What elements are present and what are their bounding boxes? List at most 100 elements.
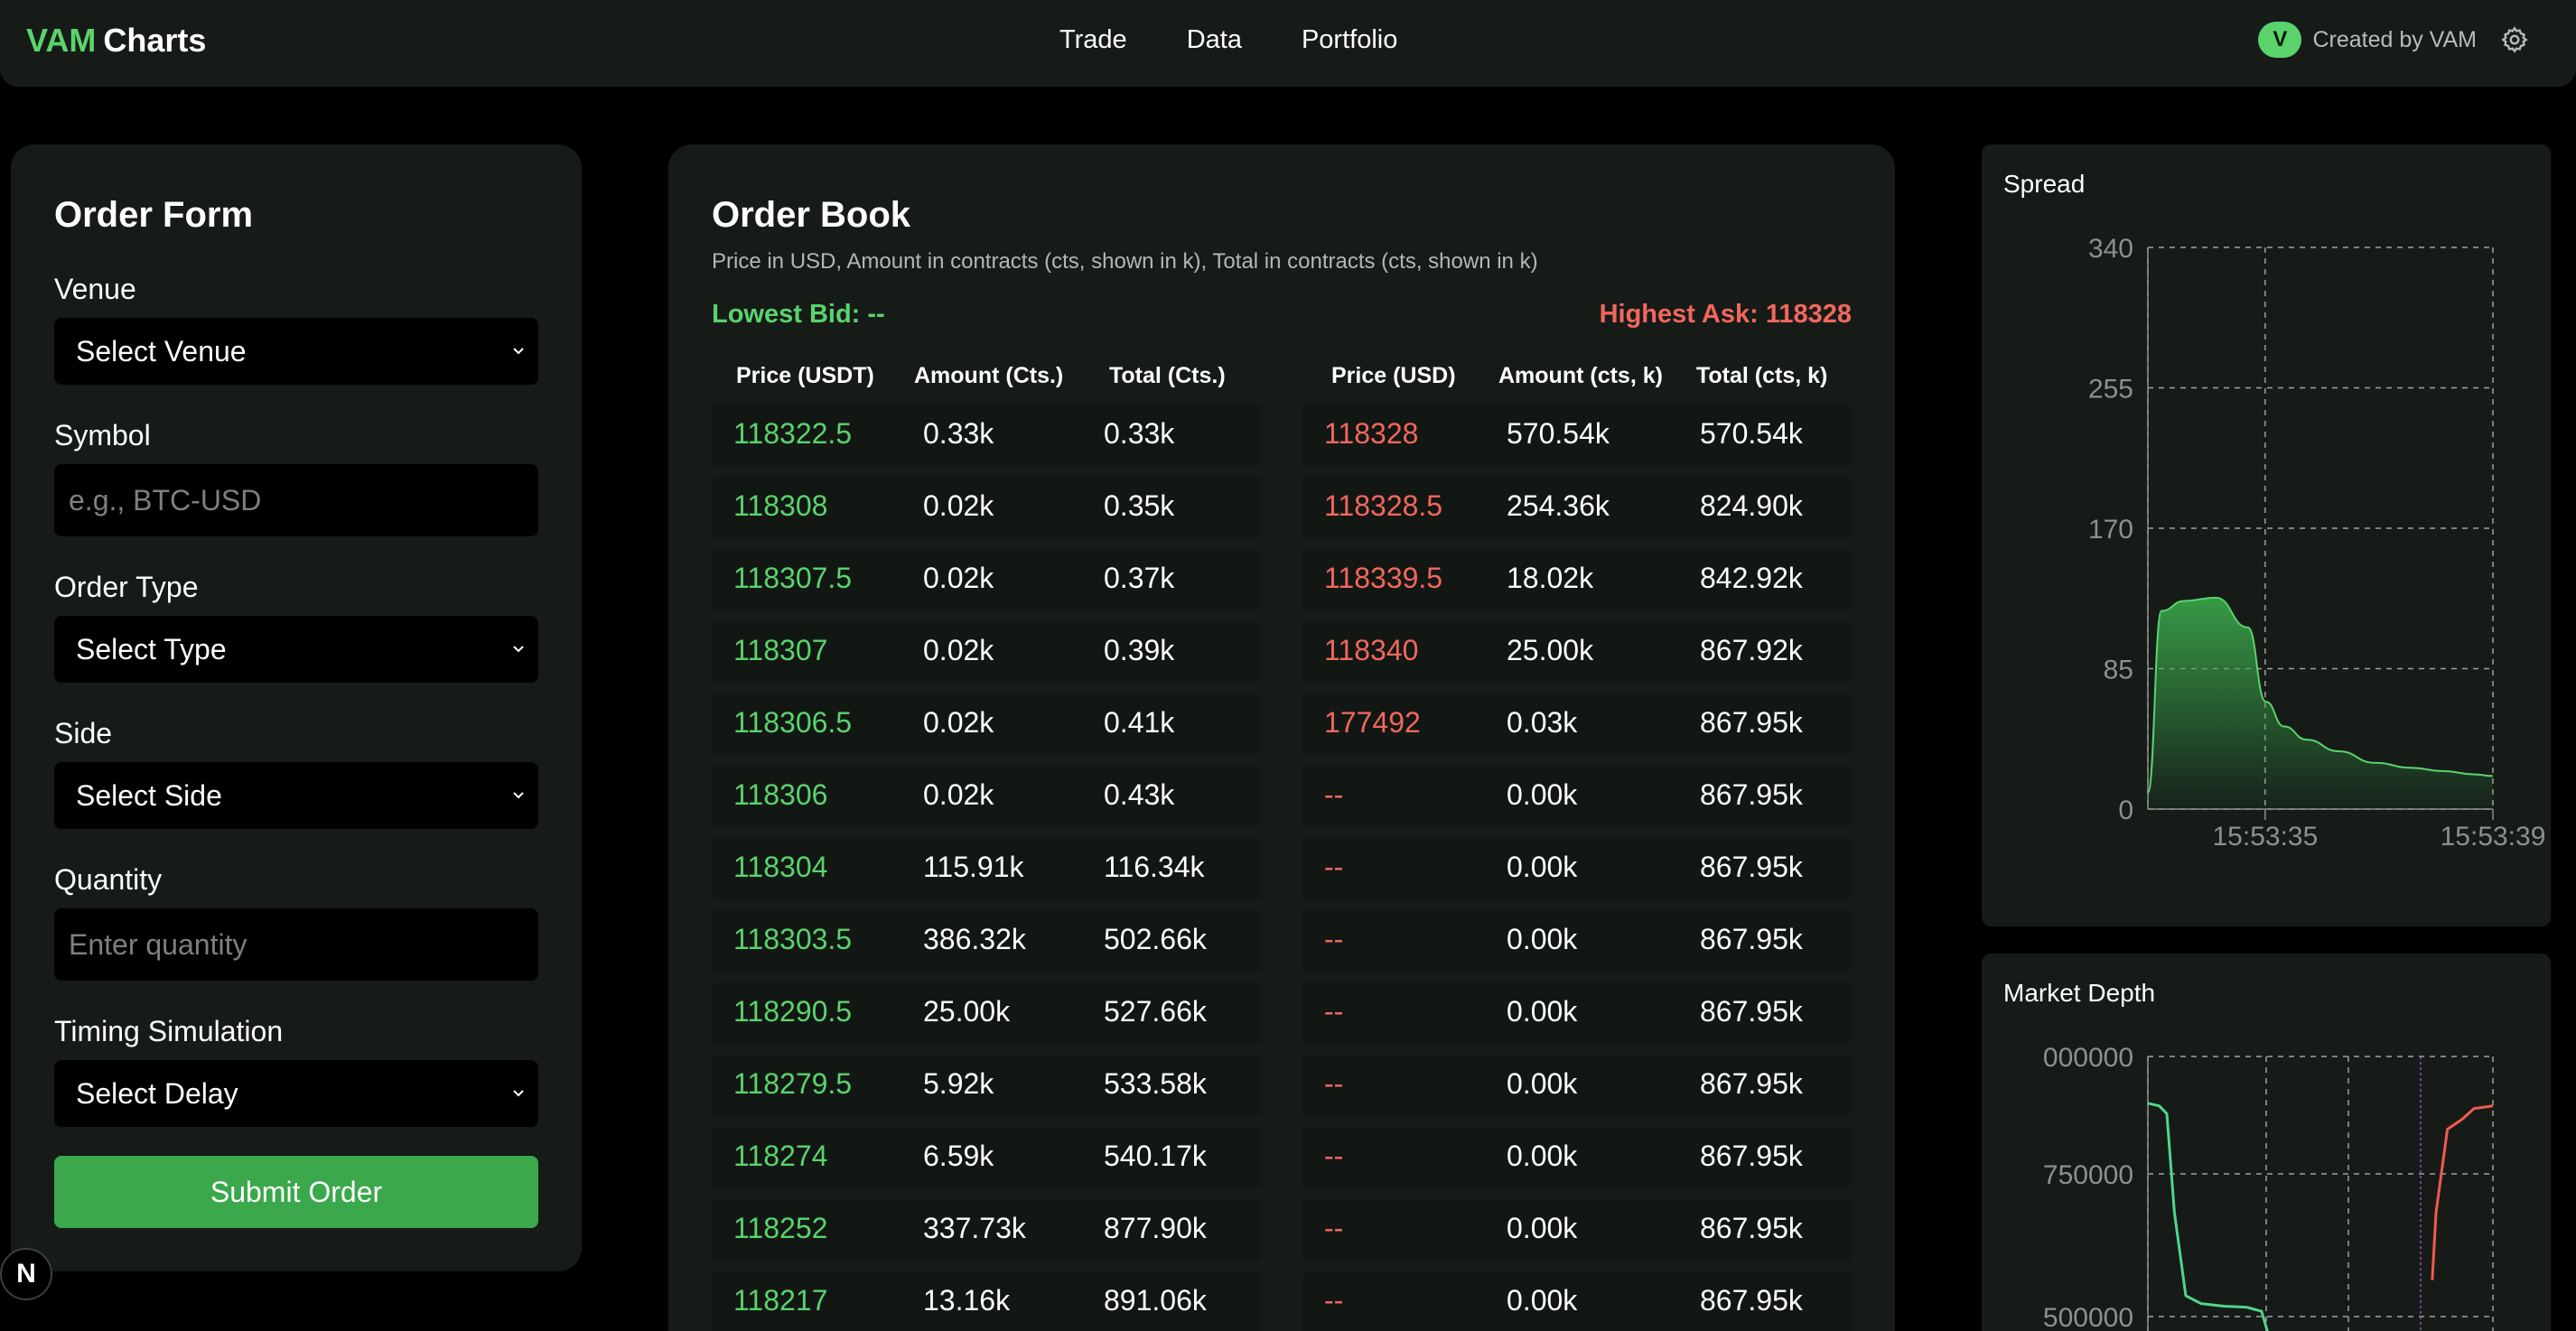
venue-select-value: Select Venue	[76, 334, 247, 368]
avatar[interactable]: V	[2258, 22, 2302, 58]
ask-amount: 0.00k	[1507, 778, 1578, 811]
ask-row[interactable]: 118328.5 254.36k 824.90k	[1302, 477, 1852, 538]
bid-price: 118306.5	[733, 706, 853, 739]
ask-row[interactable]: -- 0.00k 867.95k	[1302, 1199, 1852, 1261]
ask-price: --	[1324, 995, 1344, 1028]
ask-total: 867.92k	[1700, 634, 1803, 666]
spread-xtick-label: 15:53:39	[2441, 822, 2546, 852]
bid-amount: 0.02k	[923, 562, 994, 594]
order-book-title: Order Book	[712, 195, 911, 235]
bid-header-amount: Amount (Cts.)	[914, 363, 1064, 388]
bid-row[interactable]: 118322.5 0.33k 0.33k	[712, 405, 1261, 466]
ask-row[interactable]: -- 0.00k 867.95k	[1302, 910, 1852, 972]
ask-price: --	[1324, 851, 1344, 883]
submit-order-button[interactable]: Submit Order	[54, 1156, 538, 1228]
side-select[interactable]: Select Side	[54, 762, 538, 829]
bid-price: 118290.5	[733, 995, 853, 1028]
bid-row[interactable]: 118306.5 0.02k 0.41k	[712, 693, 1261, 755]
timing-select[interactable]: Select Delay	[54, 1060, 538, 1127]
order-form-title: Order Form	[54, 195, 254, 235]
timing-label: Timing Simulation	[54, 1015, 284, 1047]
bid-row[interactable]: 118252 337.73k 877.90k	[712, 1199, 1261, 1261]
ask-amount: 0.00k	[1507, 1067, 1578, 1100]
brand-accent: VAM	[26, 22, 97, 59]
venue-select[interactable]: Select Venue	[54, 318, 538, 385]
symbol-input[interactable]: e.g., BTC-USD	[54, 464, 538, 536]
side-select-value: Select Side	[76, 778, 222, 812]
ask-price: 177492	[1324, 706, 1421, 739]
symbol-label: Symbol	[54, 419, 151, 451]
chevron-down-icon	[513, 348, 524, 355]
bid-total: 0.41k	[1104, 706, 1175, 739]
bid-price: 118322.5	[733, 417, 853, 450]
ask-price: --	[1324, 1212, 1344, 1244]
bid-row[interactable]: 118304 115.91k 116.34k	[712, 838, 1261, 899]
bid-price: 118306	[733, 778, 828, 811]
highest-ask: Highest Ask: 118328	[1599, 300, 1852, 329]
brand-rest: Charts	[103, 22, 207, 59]
dev-tools-badge[interactable]: N	[0, 1248, 52, 1300]
ask-row[interactable]: -- 0.00k 867.95k	[1302, 982, 1852, 1044]
bid-header-price: Price (USDT)	[736, 363, 874, 388]
quantity-input[interactable]: Enter quantity	[54, 908, 538, 981]
ask-total: 842.92k	[1700, 562, 1803, 594]
nav-link-data[interactable]: Data	[1187, 25, 1242, 55]
bid-row[interactable]: 118307.5 0.02k 0.37k	[712, 549, 1261, 610]
ask-amount: 0.00k	[1507, 995, 1578, 1028]
depth-bid-line	[2147, 1102, 2269, 1331]
ask-header-price: Price (USD)	[1331, 363, 1456, 388]
bid-price: 118303.5	[733, 923, 853, 955]
ask-price: --	[1324, 1067, 1344, 1100]
order-type-select[interactable]: Select Type	[54, 616, 538, 683]
nav-link-trade[interactable]: Trade	[1059, 25, 1127, 55]
ask-total: 867.95k	[1700, 995, 1803, 1028]
nav-user-area: V Created by VAM	[2258, 22, 2529, 58]
ask-row[interactable]: -- 0.00k 867.95k	[1302, 838, 1852, 899]
bid-row[interactable]: 118307 0.02k 0.39k	[712, 621, 1261, 683]
ask-row[interactable]: 177492 0.03k 867.95k	[1302, 693, 1852, 755]
spread-ytick-label: 0	[2118, 796, 2133, 825]
ask-total: 570.54k	[1700, 417, 1803, 450]
brand-logo[interactable]: VAM Charts	[26, 22, 206, 60]
bid-total: 0.33k	[1104, 417, 1175, 450]
bid-amount: 13.16k	[923, 1284, 1011, 1317]
bid-amount: 0.02k	[923, 634, 994, 666]
ask-row[interactable]: 118328 570.54k 570.54k	[1302, 405, 1852, 466]
ask-row[interactable]: -- 0.00k 867.95k	[1302, 1127, 1852, 1188]
nav-link-portfolio[interactable]: Portfolio	[1302, 25, 1397, 55]
bid-total: 0.37k	[1104, 562, 1175, 594]
ask-row[interactable]: 118339.5 18.02k 842.92k	[1302, 549, 1852, 610]
spread-ytick-label: 85	[2104, 656, 2133, 685]
order-type-label: Order Type	[54, 571, 199, 603]
spread-ytick-label: 340	[2088, 234, 2133, 264]
bid-row[interactable]: 118279.5 5.92k 533.58k	[712, 1055, 1261, 1116]
bid-total: 0.35k	[1104, 489, 1175, 522]
order-book-panel: Order Book Price in USD, Amount in contr…	[668, 144, 1895, 1331]
ask-row[interactable]: 118340 25.00k 867.92k	[1302, 621, 1852, 683]
ask-price: --	[1324, 1140, 1344, 1172]
bid-row[interactable]: 118217 13.16k 891.06k	[712, 1271, 1261, 1331]
ask-row[interactable]: -- 0.00k 867.95k	[1302, 1055, 1852, 1116]
ask-total: 867.95k	[1700, 851, 1803, 883]
bid-row[interactable]: 118290.5 25.00k 527.66k	[712, 982, 1261, 1044]
ask-amount: 570.54k	[1507, 417, 1610, 450]
depth-ytick-label: 000000	[2043, 1043, 2133, 1073]
bid-row[interactable]: 118303.5 386.32k 502.66k	[712, 910, 1261, 972]
bid-row[interactable]: 118274 6.59k 540.17k	[712, 1127, 1261, 1188]
bid-amount: 337.73k	[923, 1212, 1026, 1244]
ask-total: 867.95k	[1700, 778, 1803, 811]
ask-total: 867.95k	[1700, 1212, 1803, 1244]
ask-amount: 0.00k	[1507, 1284, 1578, 1317]
bid-row[interactable]: 118306 0.02k 0.43k	[712, 766, 1261, 827]
venue-label: Venue	[54, 273, 136, 305]
ask-total: 867.95k	[1700, 706, 1803, 739]
ask-row[interactable]: -- 0.00k 867.95k	[1302, 766, 1852, 827]
spread-ytick-label: 170	[2088, 515, 2133, 544]
bid-row[interactable]: 118308 0.02k 0.35k	[712, 477, 1261, 538]
bid-price: 118279.5	[733, 1067, 853, 1100]
ask-amount: 0.00k	[1507, 851, 1578, 883]
gear-icon[interactable]	[2500, 25, 2529, 54]
ask-row[interactable]: -- 0.00k 867.95k	[1302, 1271, 1852, 1331]
ask-price: 118339.5	[1324, 562, 1443, 594]
top-nav: VAM Charts Trade Data Portfolio V Created…	[0, 0, 2576, 87]
